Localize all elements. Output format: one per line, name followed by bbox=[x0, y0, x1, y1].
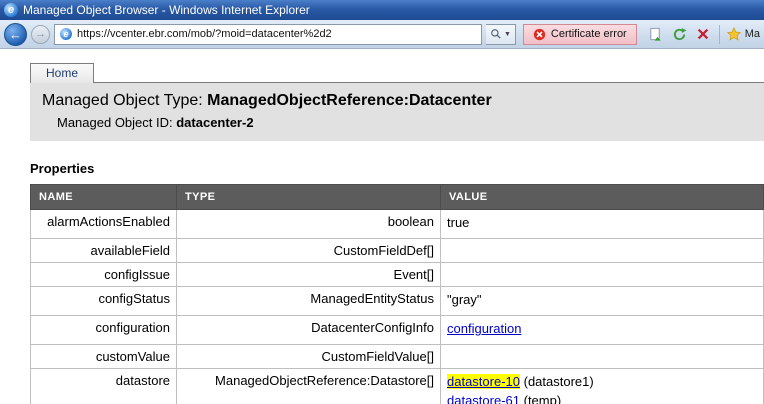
object-header: Managed Object Type: ManagedObjectRefere… bbox=[30, 82, 764, 141]
value-link[interactable]: configuration bbox=[447, 321, 521, 336]
table-header-row: NAME TYPE VALUE bbox=[31, 185, 764, 210]
page-content: Home Managed Object Type: ManagedObjectR… bbox=[0, 49, 764, 404]
value-line: true bbox=[447, 215, 757, 230]
properties-heading: Properties bbox=[30, 161, 764, 176]
property-name: datastore bbox=[31, 369, 177, 404]
property-type: ManagedObjectReference:Datastore[] bbox=[177, 369, 441, 404]
forward-button[interactable]: → bbox=[31, 25, 50, 44]
managed-object-type-line: Managed Object Type: ManagedObjectRefere… bbox=[42, 92, 752, 110]
property-name: configIssue bbox=[31, 263, 177, 287]
managed-object-id-label: Managed Object ID: bbox=[57, 115, 176, 130]
search-dropdown-icon: ▼ bbox=[504, 31, 511, 38]
stop-button[interactable] bbox=[695, 26, 712, 43]
value-text: (temp) bbox=[520, 393, 561, 404]
property-row: customValueCustomFieldValue[] bbox=[31, 345, 764, 369]
navigation-bar: ← → e https://vcenter.ebr.com/mob/?moid=… bbox=[0, 20, 764, 49]
favorites-star-icon bbox=[727, 27, 741, 41]
search-button[interactable]: ▼ bbox=[486, 24, 516, 45]
value-line: configuration bbox=[447, 321, 757, 336]
value-text: "gray" bbox=[447, 292, 482, 307]
value-link[interactable]: datastore-61 bbox=[447, 393, 520, 404]
column-header-value: VALUE bbox=[441, 185, 764, 210]
certificate-error-label: Certificate error bbox=[551, 28, 627, 40]
property-row: configurationDatacenterConfigInfoconfigu… bbox=[31, 316, 764, 345]
value-line: datastore-10 (datastore1) bbox=[447, 374, 757, 389]
toolbar-icons: Ma bbox=[647, 25, 760, 44]
url-text[interactable]: https://vcenter.ebr.com/mob/?moid=datace… bbox=[77, 28, 332, 40]
property-name: configStatus bbox=[31, 287, 177, 316]
property-type: boolean bbox=[177, 210, 441, 239]
property-name: customValue bbox=[31, 345, 177, 369]
managed-object-id-line: Managed Object ID: datacenter-2 bbox=[57, 115, 752, 130]
property-type: CustomFieldValue[] bbox=[177, 345, 441, 369]
properties-table: NAME TYPE VALUE alarmActionsEnabledboole… bbox=[30, 184, 764, 404]
property-row: configIssueEvent[] bbox=[31, 263, 764, 287]
value-text: (datastore1) bbox=[520, 374, 594, 389]
value-text: true bbox=[447, 215, 469, 230]
back-arrow-icon: ← bbox=[9, 27, 22, 42]
refresh-button[interactable] bbox=[671, 26, 688, 43]
property-row: availableFieldCustomFieldDef[] bbox=[31, 239, 764, 263]
property-type: DatacenterConfigInfo bbox=[177, 316, 441, 345]
value-link[interactable]: datastore-10 bbox=[447, 374, 520, 389]
property-type: CustomFieldDef[] bbox=[177, 239, 441, 263]
certificate-error-icon bbox=[533, 28, 546, 41]
favorites-item-label: Ma bbox=[745, 28, 760, 40]
property-value bbox=[441, 345, 764, 369]
tab-home-label: Home bbox=[46, 66, 78, 80]
managed-object-id-value: datacenter-2 bbox=[176, 115, 253, 130]
column-header-name: NAME bbox=[31, 185, 177, 210]
tab-home[interactable]: Home bbox=[30, 63, 94, 83]
property-value bbox=[441, 239, 764, 263]
property-type: Event[] bbox=[177, 263, 441, 287]
property-row: datastoreManagedObjectReference:Datastor… bbox=[31, 369, 764, 404]
ie-logo-icon: e bbox=[4, 3, 18, 17]
column-header-type: TYPE bbox=[177, 185, 441, 210]
managed-object-type-label: Managed Object Type: bbox=[42, 92, 207, 109]
toolbar-separator bbox=[719, 25, 720, 44]
title-bar: e Managed Object Browser - Windows Inter… bbox=[0, 0, 764, 20]
property-row: configStatusManagedEntityStatus "gray" bbox=[31, 287, 764, 316]
window-title: Managed Object Browser - Windows Interne… bbox=[23, 3, 310, 17]
page-button[interactable] bbox=[647, 26, 664, 43]
stop-icon bbox=[696, 27, 710, 41]
property-value: datastore-10 (datastore1)datastore-61 (t… bbox=[441, 369, 764, 404]
property-name: availableField bbox=[31, 239, 177, 263]
favorites-item[interactable]: Ma bbox=[727, 27, 760, 41]
property-value: true bbox=[441, 210, 764, 239]
property-value: configuration bbox=[441, 316, 764, 345]
property-type: ManagedEntityStatus bbox=[177, 287, 441, 316]
value-line: datastore-61 (temp) bbox=[447, 393, 757, 404]
managed-object-type-value: ManagedObjectReference:Datacenter bbox=[207, 92, 492, 109]
property-name: configuration bbox=[31, 316, 177, 345]
back-button[interactable]: ← bbox=[4, 23, 27, 46]
property-name: alarmActionsEnabled bbox=[31, 210, 177, 239]
page-favicon-icon: e bbox=[60, 28, 72, 40]
property-value: "gray" bbox=[441, 287, 764, 316]
forward-arrow-icon: → bbox=[35, 28, 46, 40]
refresh-icon bbox=[672, 27, 687, 42]
property-value bbox=[441, 263, 764, 287]
address-bar[interactable]: e https://vcenter.ebr.com/mob/?moid=data… bbox=[54, 24, 482, 45]
certificate-error-badge[interactable]: Certificate error bbox=[523, 24, 637, 45]
value-line: "gray" bbox=[447, 292, 757, 307]
page-icon bbox=[648, 27, 663, 42]
property-row: alarmActionsEnabledboolean true bbox=[31, 210, 764, 239]
search-icon bbox=[490, 28, 502, 40]
